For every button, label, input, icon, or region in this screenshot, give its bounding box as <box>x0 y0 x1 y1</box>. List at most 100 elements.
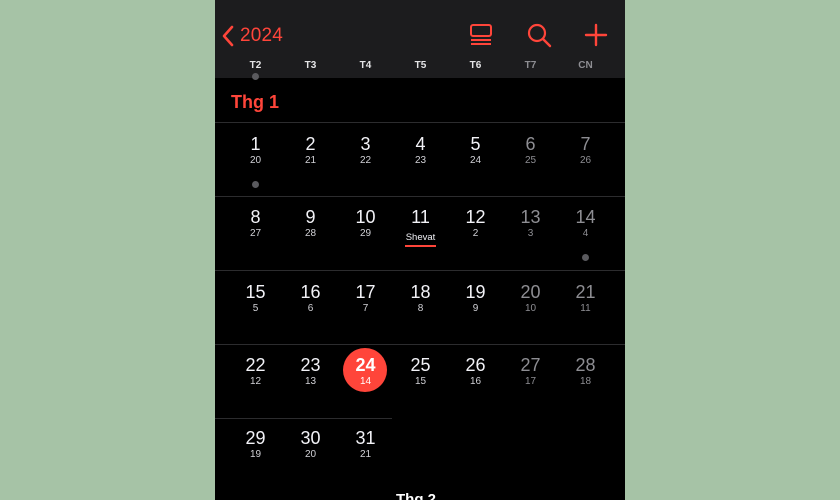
day-number: 2 <box>305 134 316 154</box>
day-cell[interactable]: 31 21 <box>338 428 393 488</box>
lunar-date: 12 <box>249 376 262 387</box>
day-cell[interactable]: 30 20 <box>283 428 338 488</box>
week-divider <box>215 344 625 345</box>
day-number: 21 <box>575 282 596 302</box>
day-number: 17 <box>355 282 376 302</box>
day-number: 18 <box>410 282 431 302</box>
week-divider <box>215 270 625 271</box>
day-number: 26 <box>465 355 486 375</box>
lunar-date: 28 <box>304 228 317 239</box>
today-cell[interactable]: 24 14 <box>338 355 393 415</box>
week-divider <box>215 122 625 123</box>
day-number: 5 <box>470 134 481 154</box>
day-cell[interactable]: 10 29 <box>338 207 393 267</box>
day-cell[interactable]: 8 27 <box>228 207 283 267</box>
day-number: 7 <box>580 134 591 154</box>
day-cell[interactable]: 5 24 <box>448 134 503 194</box>
day-cell[interactable]: 3 22 <box>338 134 393 194</box>
lunar-date: 27 <box>249 228 262 239</box>
day-cell[interactable]: 9 28 <box>283 207 338 267</box>
day-number: 12 <box>465 207 486 227</box>
day-number: 15 <box>245 282 266 302</box>
lunar-date: 20 <box>304 449 317 460</box>
day-number: 10 <box>355 207 376 227</box>
day-cell[interactable]: 21 11 <box>558 282 613 342</box>
day-cell[interactable]: 26 16 <box>448 355 503 415</box>
lunar-date: 7 <box>362 303 369 314</box>
calendar-header: 2024 T2 T3 T4 T5 T6 T7 CN <box>215 0 625 78</box>
lunar-date: 4 <box>582 228 589 239</box>
day-number: 8 <box>250 207 261 227</box>
day-cell[interactable]: 12 2 <box>448 207 503 267</box>
lunar-date: 2 <box>472 228 479 239</box>
lunar-date: 13 <box>304 376 317 387</box>
lunar-date: 8 <box>417 303 424 314</box>
day-number: 9 <box>305 207 316 227</box>
weekday-label: T5 <box>414 60 427 71</box>
back-label: 2024 <box>240 25 284 46</box>
day-number: 11 <box>411 207 430 227</box>
day-number: 6 <box>525 134 536 154</box>
lunar-date: 26 <box>579 155 592 166</box>
day-number: 1 <box>250 134 261 154</box>
weekday-label: T6 <box>469 60 482 71</box>
day-cell[interactable]: 6 25 <box>503 134 558 194</box>
day-cell[interactable]: 2 21 <box>283 134 338 194</box>
chevron-left-icon <box>222 25 234 47</box>
weekday-label: T4 <box>359 60 372 71</box>
list-view-icon[interactable] <box>468 22 494 48</box>
day-cell[interactable]: 4 23 <box>393 134 448 194</box>
event-dot <box>252 73 259 80</box>
lunar-date: 5 <box>252 303 259 314</box>
lunar-date: 19 <box>249 449 262 460</box>
day-number: 19 <box>465 282 486 302</box>
day-cell[interactable]: 18 8 <box>393 282 448 342</box>
day-number: 20 <box>520 282 541 302</box>
day-number: 22 <box>245 355 266 375</box>
day-cell[interactable]: 7 26 <box>558 134 613 194</box>
back-to-year-button[interactable]: 2024 <box>221 21 283 51</box>
day-number: 24 <box>355 355 376 375</box>
weekday-header: T2 T3 T4 T5 T6 T7 CN <box>215 60 625 76</box>
day-cell[interactable]: 28 18 <box>558 355 613 415</box>
day-cell[interactable]: 29 19 <box>228 428 283 488</box>
day-number: 28 <box>575 355 596 375</box>
calendar-screen: 2024 T2 T3 T4 T5 T6 T7 CN Thg 1 1 20 2 2… <box>215 0 625 500</box>
day-number: 23 <box>300 355 321 375</box>
weekday-label: CN <box>578 60 593 71</box>
day-cell[interactable]: 11 Shevat <box>393 207 448 267</box>
next-month-title: Thg 2 <box>396 491 436 500</box>
day-cell[interactable]: 22 12 <box>228 355 283 415</box>
day-cell[interactable]: 19 9 <box>448 282 503 342</box>
day-cell[interactable]: 13 3 <box>503 207 558 267</box>
day-number: 31 <box>355 428 376 448</box>
search-icon[interactable] <box>526 22 552 48</box>
day-cell[interactable]: 16 6 <box>283 282 338 342</box>
day-cell[interactable]: 20 10 <box>503 282 558 342</box>
day-number: 16 <box>300 282 321 302</box>
lunar-date: 6 <box>307 303 314 314</box>
day-number: 29 <box>245 428 266 448</box>
lunar-date: 16 <box>469 376 482 387</box>
day-cell[interactable]: 23 13 <box>283 355 338 415</box>
lunar-date: 21 <box>304 155 317 166</box>
day-number: 14 <box>575 207 596 227</box>
lunar-date: 17 <box>524 376 537 387</box>
day-cell[interactable]: 27 17 <box>503 355 558 415</box>
day-cell[interactable]: 25 15 <box>393 355 448 415</box>
day-cell[interactable]: 17 7 <box>338 282 393 342</box>
lunar-date: 24 <box>469 155 482 166</box>
lunar-date: 23 <box>414 155 427 166</box>
lunar-month-label: Shevat <box>404 232 437 247</box>
lunar-date: 18 <box>579 376 592 387</box>
day-cell[interactable]: 15 5 <box>228 282 283 342</box>
lunar-date: 3 <box>527 228 534 239</box>
lunar-date: 21 <box>359 449 372 460</box>
lunar-date: 9 <box>472 303 479 314</box>
day-number: 30 <box>300 428 321 448</box>
lunar-date: 20 <box>249 155 262 166</box>
weekday-label: T3 <box>304 60 317 71</box>
lunar-date: 11 <box>580 303 591 314</box>
add-icon[interactable] <box>583 22 609 48</box>
lunar-date: 22 <box>359 155 372 166</box>
